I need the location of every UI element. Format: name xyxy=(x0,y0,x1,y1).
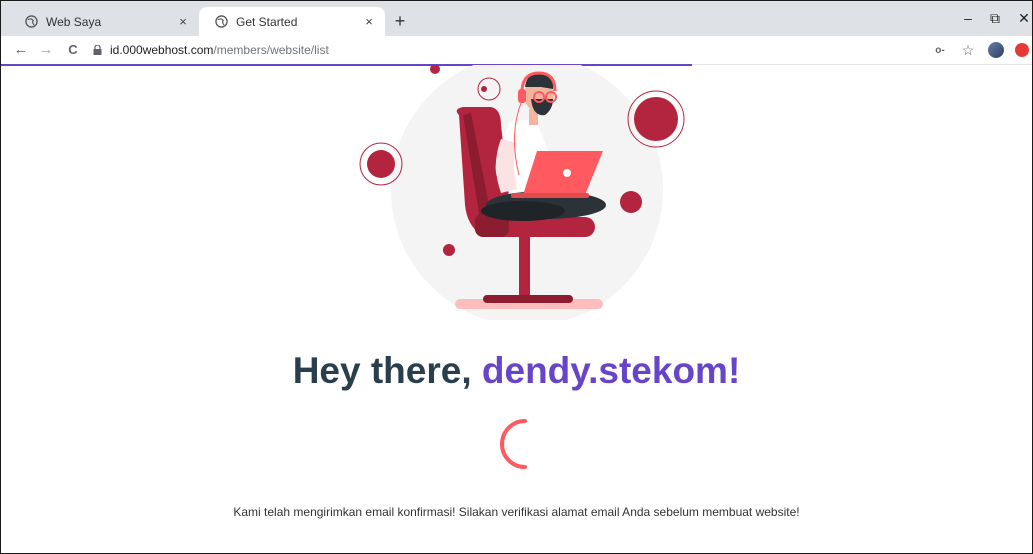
page-title: Hey there, dendy.stekom! xyxy=(1,350,1032,392)
tab-title: Web Saya xyxy=(46,14,102,29)
loading-spinner xyxy=(500,419,527,469)
username: dendy.stekom! xyxy=(481,350,741,391)
extension-icon[interactable] xyxy=(1012,40,1032,60)
toolbar-actions: o- ☆ xyxy=(922,40,1032,60)
support-person-illustration xyxy=(359,65,685,320)
url-path: /members/website/list xyxy=(213,43,329,57)
url-host: id.000webhost.com xyxy=(110,43,214,57)
confirmation-message: Kami telah mengirimkan email konfirmasi!… xyxy=(233,505,800,519)
tab-strip: Web Saya × Get Started × + – ⧉ ✕ xyxy=(1,1,1032,36)
back-button[interactable]: ← xyxy=(11,40,31,60)
browser-toolbar: ← → C id.000webhost.com/members/website/… xyxy=(1,36,1032,65)
forward-button[interactable]: → xyxy=(36,40,56,60)
restore-button[interactable]: ⧉ xyxy=(985,10,1005,26)
profile-avatar[interactable] xyxy=(986,40,1006,60)
greeting-text: Hey there, xyxy=(292,350,482,391)
tab-get-started[interactable]: Get Started × xyxy=(199,7,385,36)
minimize-button[interactable]: – xyxy=(958,10,978,26)
globe-icon xyxy=(215,15,228,28)
extension-badge xyxy=(1015,43,1029,57)
new-tab-button[interactable]: + xyxy=(392,12,408,30)
globe-icon xyxy=(25,15,38,28)
lock-icon xyxy=(93,45,102,55)
avatar xyxy=(988,42,1004,58)
tab-web-saya[interactable]: Web Saya × xyxy=(9,7,199,36)
browser-window: Web Saya × Get Started × + – ⧉ ✕ ← → C i… xyxy=(0,0,1033,554)
close-icon[interactable]: × xyxy=(175,14,191,30)
address-bar[interactable]: id.000webhost.com/members/website/list xyxy=(93,40,1023,60)
key-icon[interactable]: o- xyxy=(930,40,950,60)
close-window-button[interactable]: ✕ xyxy=(1014,10,1032,26)
close-icon[interactable]: × xyxy=(361,14,377,30)
reload-button[interactable]: C xyxy=(63,40,83,60)
star-icon[interactable]: ☆ xyxy=(958,40,978,60)
tab-title: Get Started xyxy=(236,14,298,29)
page-content: Hey there, dendy.stekom! Kami telah meng… xyxy=(1,65,1032,553)
